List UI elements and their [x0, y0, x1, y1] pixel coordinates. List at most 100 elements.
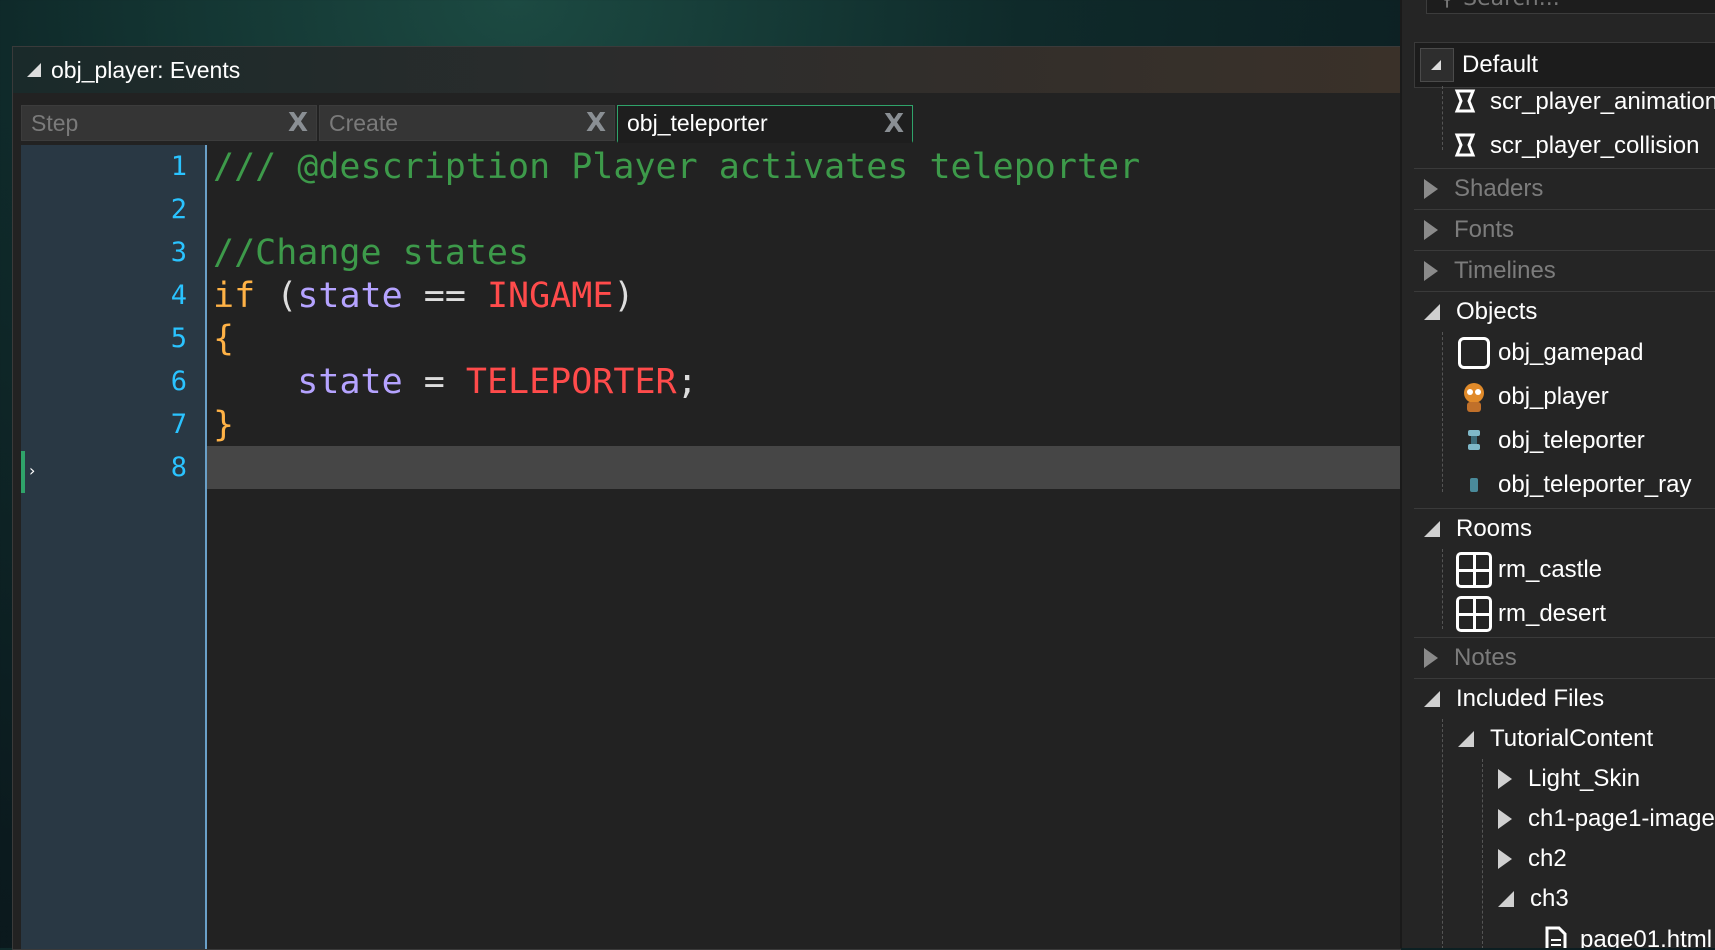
- tree-folder-rooms[interactable]: Rooms: [1414, 508, 1715, 549]
- room-icon: [1456, 552, 1492, 588]
- tree-folder-shaders[interactable]: Shaders: [1414, 168, 1715, 209]
- code-editor-window: obj_player: Events Step X Create X obj_t…: [12, 46, 1401, 950]
- tab-step[interactable]: Step X: [21, 105, 317, 141]
- teleporter-sprite-icon: [1456, 423, 1492, 459]
- tree-folder-notes[interactable]: Notes: [1414, 637, 1715, 678]
- expand-icon[interactable]: [1424, 179, 1438, 199]
- tree-item-room[interactable]: rm_castle: [1456, 550, 1602, 590]
- tree-item-label: page01.html: [1580, 926, 1713, 948]
- tree-folder-objects[interactable]: Objects: [1414, 291, 1715, 332]
- search-icon: ⚲: [1439, 0, 1455, 11]
- tree-item-object[interactable]: obj_player: [1456, 377, 1609, 417]
- folder-label: ch3: [1530, 885, 1569, 912]
- code-line[interactable]: /// @description Player activates telepo…: [207, 145, 1401, 188]
- close-icon[interactable]: X: [288, 110, 308, 136]
- tree-item-object[interactable]: obj_gamepad: [1456, 333, 1643, 373]
- search-placeholder: Search...: [1463, 0, 1560, 11]
- code-line[interactable]: [207, 188, 1401, 231]
- script-icon: [1448, 128, 1484, 164]
- code-line[interactable]: {: [207, 317, 1401, 360]
- teleporter-ray-sprite-icon: [1456, 467, 1492, 503]
- profile-menu-button[interactable]: [1420, 48, 1454, 82]
- expand-icon[interactable]: [1498, 809, 1512, 829]
- code-line[interactable]: state = TELEPORTER;: [207, 360, 1401, 403]
- tree-folder-ch3[interactable]: ch3: [1488, 879, 1569, 919]
- tree-folder-timelines[interactable]: Timelines: [1414, 250, 1715, 291]
- current-line-marker: [21, 451, 25, 493]
- folder-label: Light_Skin: [1528, 765, 1641, 792]
- code-line[interactable]: }: [207, 403, 1401, 446]
- folder-label: Shaders: [1454, 175, 1544, 202]
- collapse-icon[interactable]: [1458, 731, 1474, 747]
- code-line[interactable]: if (state == INGAME): [207, 274, 1401, 317]
- tree-item-object[interactable]: obj_teleporter: [1456, 421, 1645, 461]
- tree-item-label: scr_player_collision: [1490, 132, 1700, 159]
- event-tabs: Step X Create X obj_teleporter X: [21, 105, 913, 143]
- line-number: 6: [170, 366, 187, 397]
- folder-label: TutorialContent: [1490, 725, 1654, 752]
- tree-folder-tutorialcontent[interactable]: TutorialContent: [1448, 719, 1653, 759]
- editor-title: obj_player: Events: [51, 56, 241, 83]
- line-number: 3: [170, 237, 187, 268]
- line-number: 7: [170, 409, 187, 440]
- tab-label: Step: [31, 109, 79, 136]
- collapse-icon[interactable]: [1424, 304, 1440, 320]
- line-number: 4: [170, 280, 187, 311]
- code-line[interactable]: //Change states: [207, 231, 1401, 274]
- line-number-gutter[interactable]: 1 2 3 4 5 6 7 8 ›: [21, 145, 207, 949]
- collapse-icon[interactable]: [27, 63, 41, 77]
- punct: ): [613, 275, 635, 316]
- folder-label: Timelines: [1454, 257, 1556, 284]
- expand-icon[interactable]: [1424, 220, 1438, 240]
- operator: ==: [402, 275, 487, 316]
- tree-item-label: obj_gamepad: [1498, 339, 1644, 366]
- expand-icon[interactable]: [1424, 261, 1438, 281]
- tab-label: Create: [329, 109, 399, 136]
- line-number: 5: [170, 323, 187, 354]
- expand-icon[interactable]: [1498, 769, 1512, 789]
- tab-create[interactable]: Create X: [319, 105, 615, 141]
- expand-icon[interactable]: [1424, 648, 1438, 668]
- tree-item-label: obj_teleporter_ray: [1498, 471, 1692, 498]
- collapse-icon[interactable]: [1498, 891, 1514, 907]
- tree-folder-ch1-images[interactable]: ch1-page1-images: [1488, 799, 1715, 839]
- file-icon: [1538, 922, 1574, 948]
- folder-label: ch2: [1528, 845, 1567, 872]
- line-number: 1: [170, 151, 187, 182]
- player-sprite-icon: [1456, 379, 1492, 415]
- operator: =: [402, 361, 466, 402]
- keyword: if: [213, 275, 256, 316]
- code-area[interactable]: 1 2 3 4 5 6 7 8 › /// @description Playe…: [21, 145, 1401, 949]
- room-icon: [1456, 596, 1492, 632]
- line-number: 8: [170, 452, 187, 483]
- tab-obj-teleporter[interactable]: obj_teleporter X: [617, 105, 913, 143]
- profile-label: Default: [1462, 51, 1539, 78]
- script-icon: [1448, 84, 1484, 120]
- gamepad-object-icon: [1456, 335, 1492, 371]
- collapse-icon[interactable]: [1424, 521, 1440, 537]
- code-text[interactable]: /// @description Player activates telepo…: [207, 145, 1401, 949]
- close-icon[interactable]: X: [884, 111, 904, 137]
- constant: INGAME: [486, 275, 614, 316]
- resource-search-input[interactable]: ⚲ Search...: [1426, 0, 1715, 14]
- tree-folder-ch2[interactable]: ch2: [1488, 839, 1567, 879]
- tree-folder-light-skin[interactable]: Light_Skin: [1488, 759, 1640, 799]
- folder-label: Notes: [1454, 644, 1517, 671]
- line-number: 2: [170, 194, 187, 225]
- close-icon[interactable]: X: [586, 110, 606, 136]
- tree-item-room[interactable]: rm_desert: [1456, 594, 1606, 634]
- tree-item-label: rm_desert: [1498, 600, 1607, 627]
- brace: }: [213, 404, 235, 445]
- expand-icon[interactable]: [1498, 849, 1512, 869]
- tree-item-object[interactable]: obj_teleporter_ray: [1456, 465, 1691, 505]
- tree-folder-included-files[interactable]: Included Files: [1414, 678, 1715, 719]
- editor-titlebar[interactable]: obj_player: Events: [13, 47, 1401, 93]
- tree-item-script[interactable]: scr_player_animation: [1448, 82, 1715, 122]
- tree-item-file[interactable]: page01.html: [1538, 920, 1712, 948]
- code-line-current[interactable]: [207, 446, 1401, 489]
- collapse-icon[interactable]: [1424, 691, 1440, 707]
- folder-label: Rooms: [1456, 515, 1533, 542]
- folder-label: Included Files: [1456, 685, 1605, 712]
- tree-folder-fonts[interactable]: Fonts: [1414, 209, 1715, 250]
- tree-item-script[interactable]: scr_player_collision: [1448, 126, 1699, 166]
